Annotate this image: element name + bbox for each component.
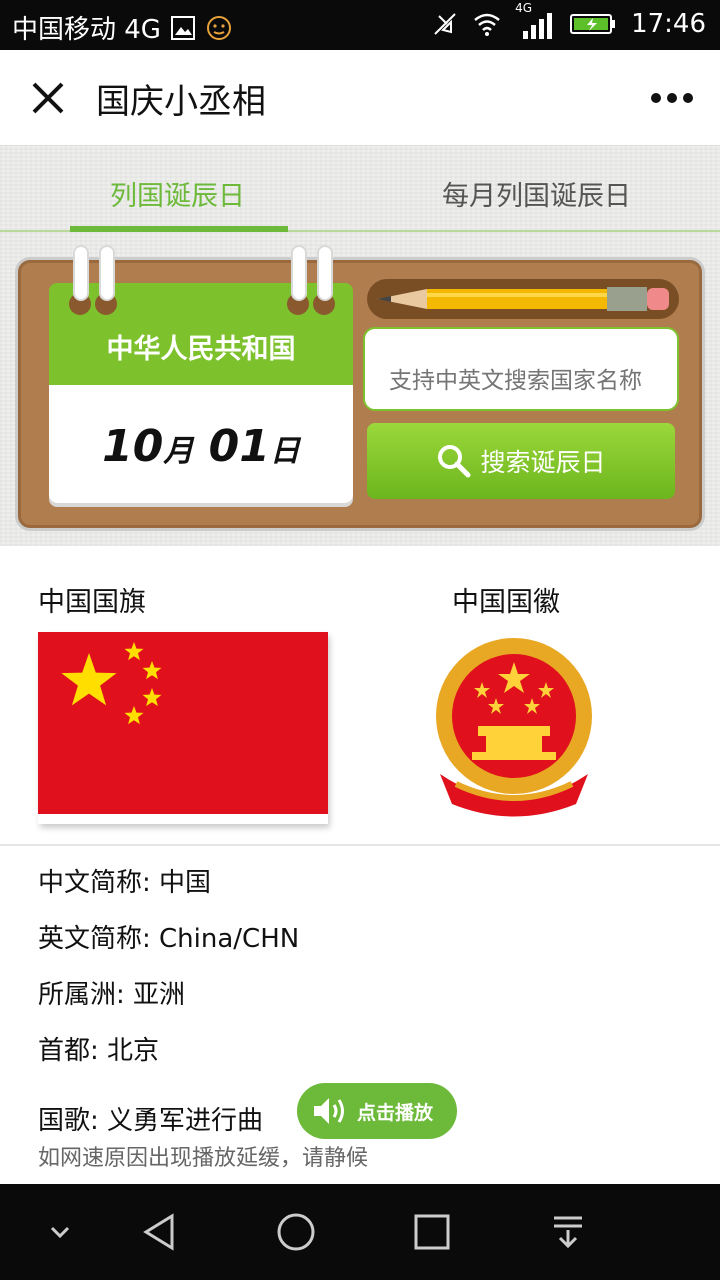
national-symbols: 中国国旗 中国国徽: [0, 546, 720, 846]
mute-icon: [434, 13, 456, 35]
calendar-ring: [99, 245, 115, 301]
tab-monthly-birthdays[interactable]: 每月列国诞辰日: [442, 174, 631, 213]
calendar-day: 01: [208, 421, 270, 472]
notification-pull-icon[interactable]: [544, 1208, 592, 1256]
china-flag-image: [38, 632, 328, 824]
more-options-icon[interactable]: [650, 88, 694, 108]
continent: 所属洲: 亚洲: [38, 980, 186, 1010]
flag-label: 中国国旗: [38, 587, 146, 618]
play-anthem-button[interactable]: 点击播放: [297, 1083, 457, 1139]
calendar-day-unit: 日: [269, 434, 300, 469]
search-button-label: 搜索诞辰日: [480, 448, 606, 477]
country-search-input[interactable]: [363, 327, 679, 411]
english-name: 英文简称: China/CHN: [38, 924, 300, 954]
clock: 17:46: [631, 9, 706, 39]
system-nav-bar: [0, 1184, 720, 1280]
image-icon: [170, 15, 195, 40]
calendar-ring: [291, 245, 307, 301]
search-birthday-button[interactable]: 搜索诞辰日: [367, 423, 675, 499]
search-icon: [438, 445, 471, 478]
wifi-icon: [474, 13, 500, 36]
close-icon[interactable]: [28, 78, 68, 118]
speaker-icon: [314, 1098, 344, 1124]
chinese-name: 中文简称: 中国: [38, 868, 212, 898]
battery-icon: [570, 14, 616, 34]
title-bar: 国庆小丞相: [0, 50, 720, 146]
calendar-date: 10月 01日: [49, 421, 353, 472]
status-bar: 中国移动 4G 4G 17:46: [0, 0, 720, 50]
calendar-country: 中华人民共和国: [106, 334, 296, 365]
back-icon[interactable]: [136, 1208, 184, 1256]
emblem-label: 中国国徽: [452, 587, 560, 618]
pencil-tray: [367, 279, 679, 319]
play-label: 点击播放: [357, 1101, 434, 1124]
home-icon[interactable]: [272, 1208, 320, 1256]
anthem: 国歌: 义勇军进行曲: [38, 1106, 264, 1136]
buffering-note: 如网速原因出现播放延缓，请静候: [38, 1146, 369, 1171]
signal-icon: 4G: [515, 1, 555, 39]
chevron-down-icon[interactable]: [36, 1208, 84, 1256]
face-icon: [206, 15, 231, 40]
china-emblem-image: [436, 638, 592, 817]
capital: 首都: 北京: [38, 1036, 160, 1066]
calendar-card: 中华人民共和国 10月 01日: [49, 283, 353, 503]
calendar-ring: [317, 245, 333, 301]
calendar-ring: [73, 245, 89, 301]
page-title: 国庆小丞相: [96, 82, 266, 122]
search-area: 中华人民共和国 10月 01日 搜索诞辰日: [0, 232, 720, 546]
carrier-label: 中国移动 4G: [12, 15, 161, 45]
tab-bar: 列国诞辰日 每月列国诞辰日: [0, 146, 720, 232]
calendar-month: 10: [102, 421, 164, 472]
pencil-icon: [377, 287, 669, 311]
recent-apps-icon[interactable]: [408, 1208, 456, 1256]
calendar-month-unit: 月: [163, 434, 194, 469]
cork-board: 中华人民共和国 10月 01日 搜索诞辰日: [18, 245, 702, 528]
tab-birthday-by-country[interactable]: 列国诞辰日: [110, 174, 245, 213]
